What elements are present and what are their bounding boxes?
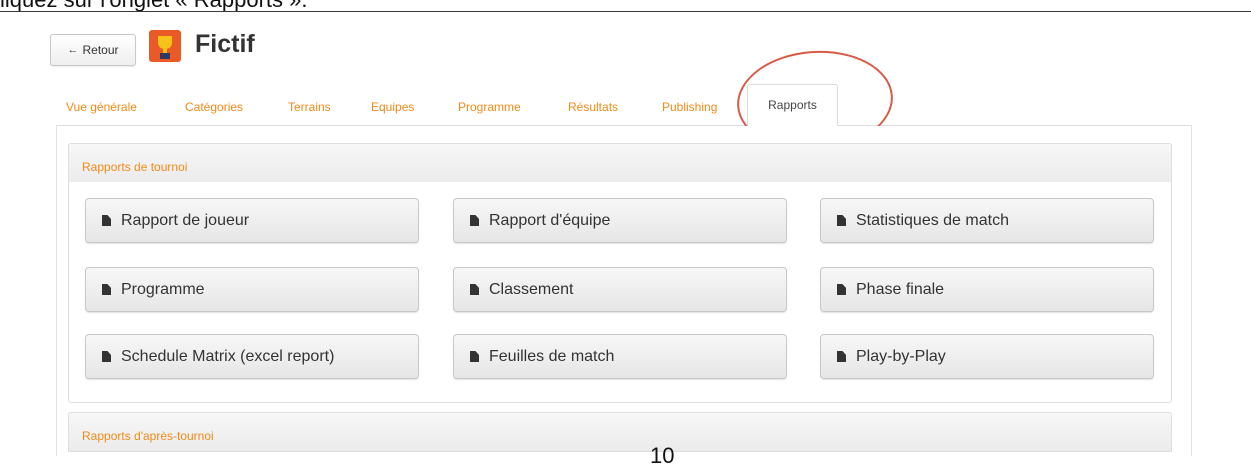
report-button-label: Schedule Matrix (excel report) — [121, 347, 335, 365]
report-button-label: Play-by-Play — [856, 347, 946, 365]
section-header-rapports-d-apres-tournoi: Rapports d'après-tournoi — [68, 412, 1172, 452]
page-number: 10 — [650, 443, 675, 468]
document-icon — [102, 284, 111, 295]
back-button-label: Retour — [82, 43, 119, 57]
report-button-label: Rapport d'équipe — [489, 211, 611, 229]
report-button-label: Rapport de joueur — [121, 211, 250, 229]
document-icon — [837, 284, 846, 295]
report-button-feuilles-de-match[interactable]: Feuilles de match — [453, 334, 787, 379]
report-button-label: Programme — [121, 280, 205, 298]
tab-programme[interactable]: Programme — [458, 100, 521, 114]
document-icon — [470, 351, 479, 362]
tab-categories[interactable]: Catégories — [185, 100, 243, 114]
arrow-left-icon: ← — [67, 44, 79, 56]
report-button-statistiques-de-match[interactable]: Statistiques de match — [820, 198, 1154, 243]
report-button-rapport-d-equipe[interactable]: Rapport d'équipe — [453, 198, 787, 243]
report-button-classement[interactable]: Classement — [453, 267, 787, 312]
report-button-schedule-matrix[interactable]: Schedule Matrix (excel report) — [85, 334, 419, 379]
document-icon — [102, 215, 111, 226]
trophy-icon — [149, 30, 181, 62]
tab-vue-generale[interactable]: Vue générale — [66, 100, 137, 114]
report-button-label: Phase finale — [856, 280, 945, 298]
document-icon — [837, 351, 846, 362]
document-icon — [102, 351, 111, 362]
app-title: Fictif — [195, 30, 255, 58]
report-button-label: Classement — [489, 280, 574, 298]
document-icon — [470, 284, 479, 295]
tab-resultats[interactable]: Résultats — [568, 100, 618, 114]
document-icon — [837, 215, 846, 226]
tab-publishing[interactable]: Publishing — [662, 100, 717, 114]
document-divider — [0, 11, 1251, 12]
report-button-play-by-play[interactable]: Play-by-Play — [820, 334, 1154, 379]
tab-terrains[interactable]: Terrains — [288, 100, 331, 114]
back-button[interactable]: ← Retour — [50, 34, 136, 66]
report-button-label: Feuilles de match — [489, 347, 615, 365]
report-button-phase-finale[interactable]: Phase finale — [820, 267, 1154, 312]
document-icon — [470, 215, 479, 226]
report-button-label: Statistiques de match — [856, 211, 1009, 229]
report-button-programme[interactable]: Programme — [85, 267, 419, 312]
report-button-rapport-de-joueur[interactable]: Rapport de joueur — [85, 198, 419, 243]
tab-equipes[interactable]: Equipes — [371, 100, 414, 114]
section-header-rapports-de-tournoi: Rapports de tournoi — [68, 143, 1172, 183]
